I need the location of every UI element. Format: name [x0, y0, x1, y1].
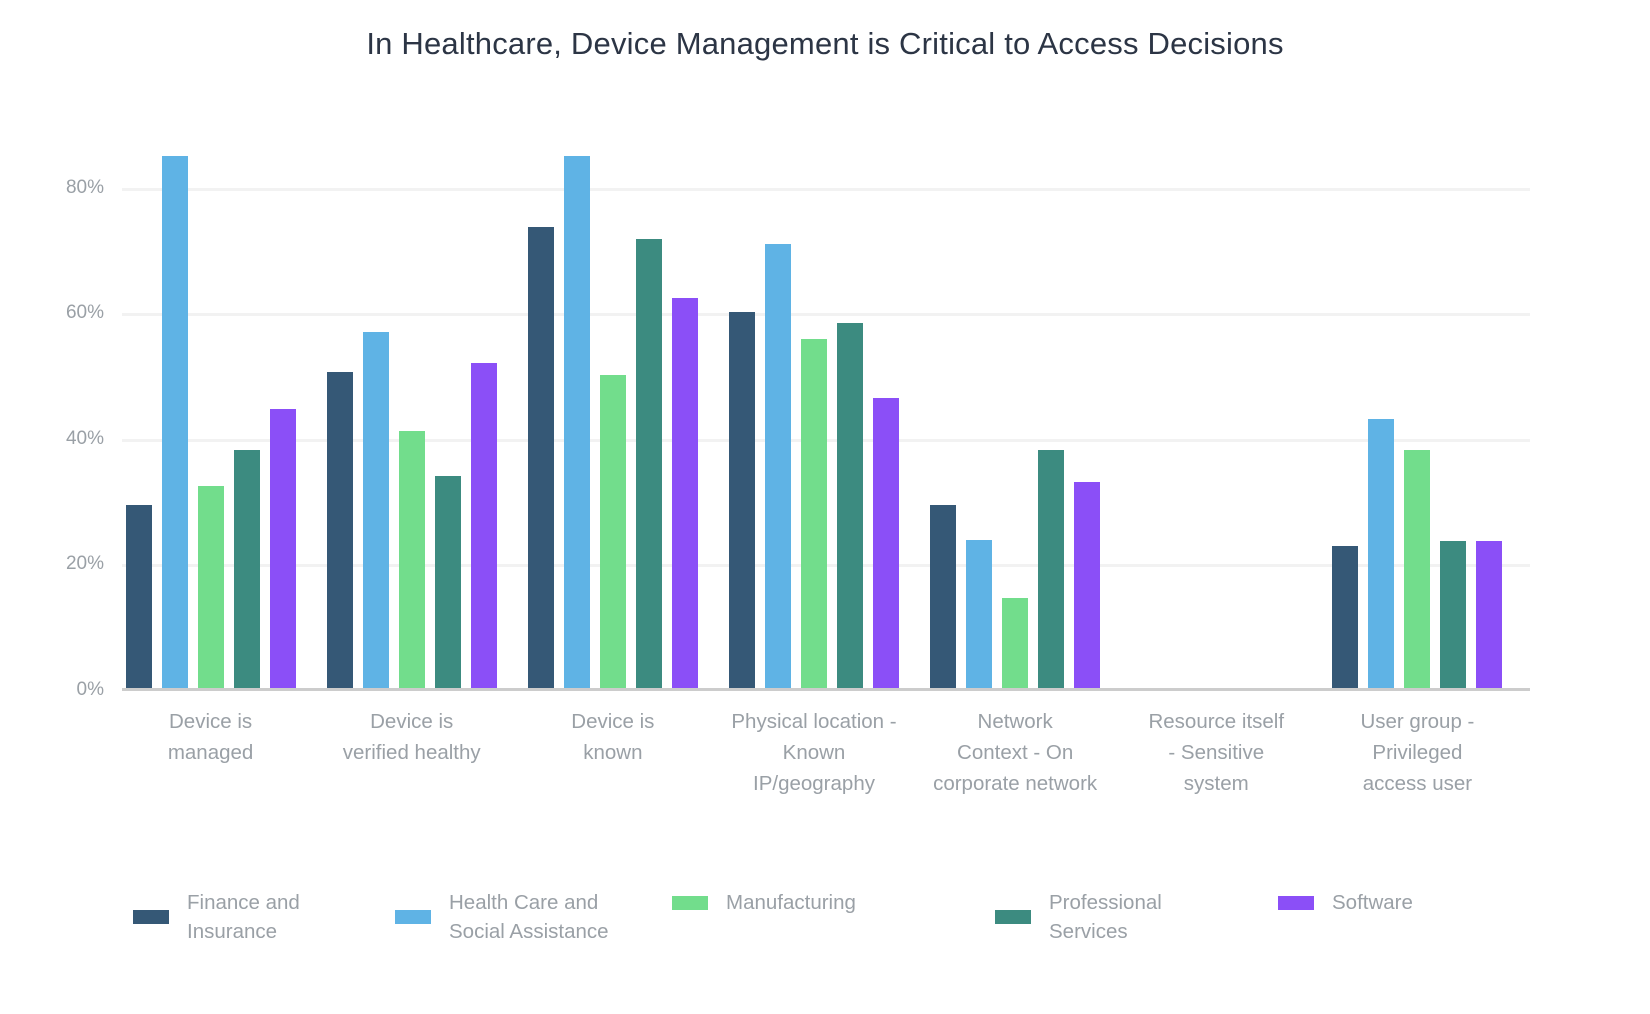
- bar-group: [1131, 125, 1301, 690]
- legend-label: Software: [1332, 891, 1413, 914]
- legend-label: Finance and Insurance: [187, 891, 300, 943]
- bar[interactable]: [563, 155, 590, 690]
- bar[interactable]: [1404, 450, 1431, 690]
- bar[interactable]: [837, 323, 863, 690]
- x-tick-label: User group - Privileged access user: [1360, 710, 1475, 795]
- bar[interactable]: [765, 243, 791, 690]
- legend-label: Professional Services: [1049, 891, 1162, 943]
- x-tick-label: Device is known: [571, 710, 655, 764]
- x-tick-label: Device is managed: [167, 710, 254, 764]
- legend-item[interactable]: Software: [1278, 888, 1413, 917]
- bar[interactable]: [801, 339, 827, 690]
- bar[interactable]: [930, 505, 957, 690]
- bar-group: [930, 125, 1101, 690]
- bar[interactable]: [326, 371, 353, 690]
- bar[interactable]: [729, 312, 755, 690]
- y-axis: 0% 20% 40% 60% 80%: [0, 125, 104, 700]
- bar[interactable]: [233, 450, 260, 690]
- bar-group: [1332, 125, 1503, 690]
- bar[interactable]: [398, 431, 425, 690]
- plot-area: [122, 125, 1530, 690]
- bar-chart: In Healthcare, Device Management is Crit…: [0, 0, 1650, 1014]
- legend-swatch-icon: [133, 910, 169, 924]
- legend-label: Manufacturing: [726, 891, 856, 914]
- x-tick-label: Device is verified healthy: [342, 710, 481, 764]
- bar-group: [125, 125, 296, 690]
- y-tick-label: 20%: [65, 553, 104, 575]
- bar[interactable]: [125, 504, 152, 690]
- bar[interactable]: [1038, 450, 1065, 690]
- bar[interactable]: [362, 331, 389, 690]
- bar[interactable]: [1440, 540, 1467, 690]
- y-tick-label: 60%: [65, 302, 104, 324]
- legend-swatch-icon: [672, 895, 708, 910]
- bar[interactable]: [671, 298, 698, 690]
- y-tick-label: 80%: [65, 176, 104, 198]
- bar-group: [326, 125, 497, 690]
- bar[interactable]: [635, 238, 662, 690]
- bar[interactable]: [1074, 482, 1101, 690]
- legend-item[interactable]: Health Care and Social Assistance: [395, 888, 609, 946]
- bar[interactable]: [966, 539, 993, 690]
- chart-legend: Finance and Insurance Health Care and Soc…: [0, 868, 1650, 958]
- bar[interactable]: [1002, 597, 1029, 690]
- legend-item[interactable]: Finance and Insurance: [133, 888, 300, 946]
- x-tick-label: Physical location - Known IP/geography: [731, 710, 897, 795]
- legend-item[interactable]: Manufacturing: [672, 888, 856, 917]
- legend-item[interactable]: Professional Services: [995, 888, 1162, 946]
- bar[interactable]: [873, 398, 899, 690]
- bar-group: [527, 125, 698, 690]
- bar[interactable]: [1368, 419, 1395, 690]
- y-tick-label: 0%: [76, 679, 104, 700]
- x-axis-line: [122, 688, 1530, 691]
- legend-swatch-icon: [995, 910, 1031, 924]
- x-tick-label: Network Context - On corporate network: [933, 710, 1098, 795]
- bar[interactable]: [1476, 540, 1503, 690]
- bar-group: [729, 125, 899, 690]
- bar[interactable]: [269, 408, 296, 690]
- legend-swatch-icon: [1278, 895, 1314, 910]
- legend-label: Health Care and Social Assistance: [449, 891, 609, 943]
- bar[interactable]: [527, 227, 554, 690]
- bar[interactable]: [161, 155, 188, 690]
- bar[interactable]: [1332, 545, 1359, 690]
- y-tick-label: 40%: [65, 427, 104, 449]
- x-tick-label: Resource itself - Sensitive system: [1148, 710, 1285, 795]
- chart-title: In Healthcare, Device Management is Crit…: [366, 26, 1284, 61]
- bar[interactable]: [599, 374, 626, 690]
- bar[interactable]: [470, 362, 497, 690]
- bar[interactable]: [197, 485, 224, 690]
- x-axis-labels: Device is managed Device is verified heal…: [122, 706, 1530, 836]
- legend-swatch-icon: [395, 910, 431, 924]
- bar[interactable]: [434, 475, 461, 690]
